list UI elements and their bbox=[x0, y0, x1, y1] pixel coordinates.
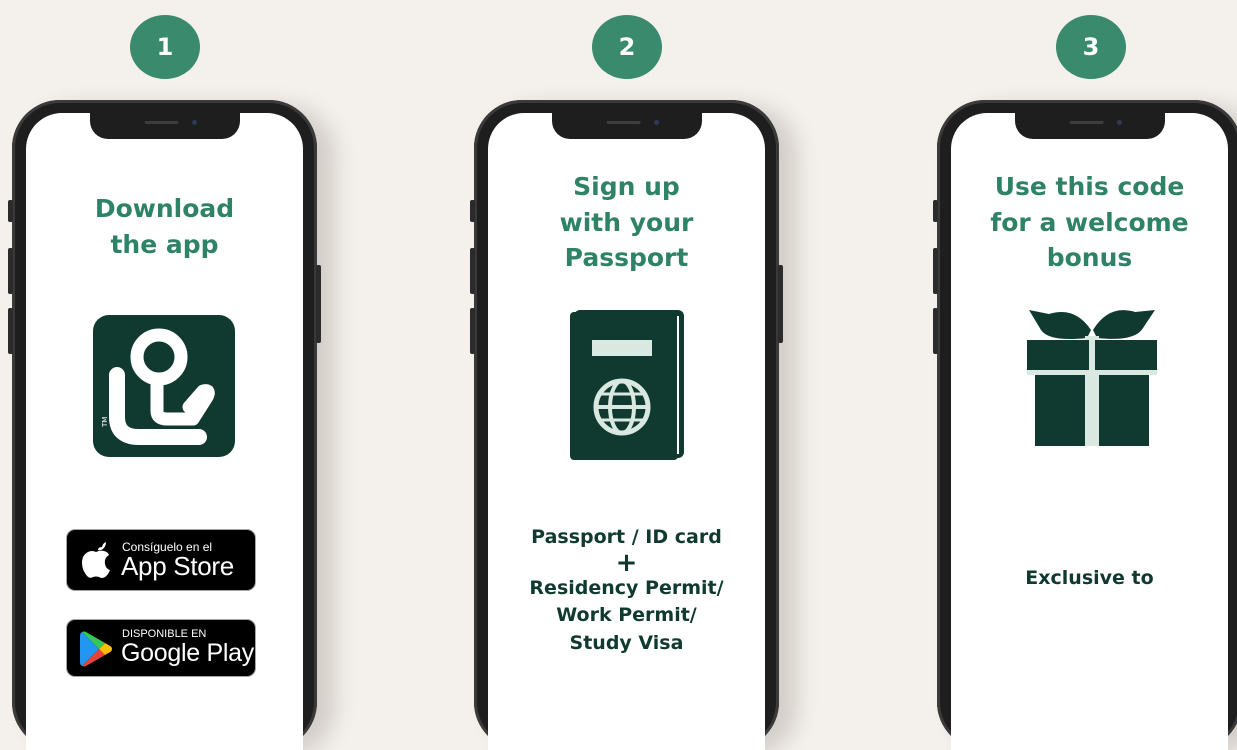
gift-icon bbox=[1027, 310, 1157, 446]
google-play-icon bbox=[80, 631, 112, 667]
phone-step-3: Use this code for a welcome bonus Exclus… bbox=[933, 100, 1237, 750]
app-store-button[interactable]: Consíguelo en el App Store bbox=[66, 529, 256, 591]
phone-step-1: Download the app TM Consíguelo en el App… bbox=[8, 100, 321, 750]
phone-step-2: Sign up with your Passport Passport / ID… bbox=[470, 100, 783, 750]
step-2-title: Sign up with your Passport bbox=[559, 172, 694, 272]
requirement-study: Study Visa bbox=[569, 632, 684, 655]
phone-3-screen: Use this code for a welcome bonus Exclus… bbox=[951, 113, 1228, 750]
apple-icon bbox=[82, 542, 110, 578]
plus-icon: + bbox=[615, 547, 638, 578]
step-1-badge: 1 bbox=[130, 15, 200, 79]
step-3-badge: 3 bbox=[1056, 15, 1126, 79]
passport-icon bbox=[570, 310, 684, 460]
step-2-badge: 2 bbox=[592, 15, 662, 79]
google-play-big-text: Google Play bbox=[121, 639, 254, 667]
step-3-note: Exclusive to bbox=[1025, 567, 1154, 589]
google-play-button[interactable]: DISPONIBLE EN Google Play bbox=[66, 619, 256, 677]
step-2-requirements: Passport / ID card + Residency Permit/ W… bbox=[488, 524, 765, 658]
svg-text:TM: TM bbox=[101, 417, 109, 428]
phone-2-screen: Sign up with your Passport Passport / ID… bbox=[488, 113, 765, 750]
requirement-residency: Residency Permit/ bbox=[529, 576, 724, 599]
app-logo-icon[interactable]: TM bbox=[93, 315, 235, 457]
app-store-big-text: App Store bbox=[121, 551, 234, 581]
requirement-work: Work Permit/ bbox=[556, 604, 697, 627]
step-1-title: Download the app bbox=[94, 194, 235, 259]
phone-1-screen: Download the app TM Consíguelo en el App… bbox=[26, 113, 303, 750]
step-3-title: Use this code for a welcome bonus bbox=[990, 172, 1189, 272]
